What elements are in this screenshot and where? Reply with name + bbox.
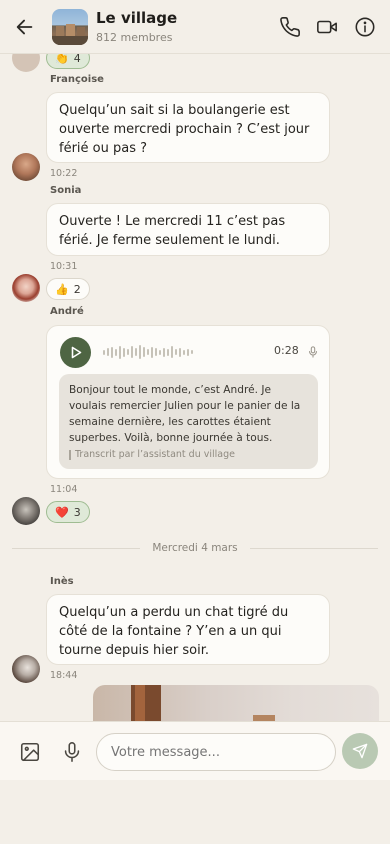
transcript-credit: Transcrit par l’assistant du village [69, 449, 235, 460]
message-bubble[interactable]: Ouverte ! Le mercredi 11 c’est pas férié… [46, 203, 330, 256]
send-button[interactable] [342, 733, 378, 769]
message-bubble[interactable]: Quelqu’un a perdu un chat tigré du côté … [46, 594, 330, 665]
reaction-chip[interactable]: ❤️ 3 [46, 501, 90, 523]
avatar[interactable] [12, 497, 40, 525]
heart-icon: ❤️ [55, 505, 69, 519]
reaction-count: 2 [73, 282, 81, 296]
clap-icon: 👏 [55, 54, 69, 65]
avatar[interactable] [12, 153, 40, 181]
message-composer [0, 721, 390, 780]
microphone-icon[interactable] [61, 741, 83, 763]
chat-header: Le village 812 membres [0, 0, 390, 54]
reaction-chip[interactable]: 👏 4 [46, 54, 90, 69]
message-time: 10:31 [50, 261, 78, 272]
transcript-text: Bonjour tout le monde, c’est André. Je v… [69, 384, 301, 444]
sender-name: Inès [50, 576, 74, 587]
group-title[interactable]: Le village [96, 9, 177, 27]
group-avatar[interactable] [52, 9, 88, 45]
message-list[interactable]: 👏 4 Françoise Quelqu’un sait si la boula… [0, 54, 390, 721]
play-icon [71, 346, 82, 359]
message-time: 18:44 [50, 670, 78, 681]
audio-waveform[interactable] [103, 344, 193, 360]
reaction-count: 3 [73, 505, 81, 519]
image-attach-icon[interactable] [19, 741, 41, 763]
message-time: 11:04 [50, 484, 78, 495]
sender-name: Sonia [50, 185, 82, 196]
message-input[interactable] [96, 733, 336, 771]
date-divider: Mercredi 4 mars [12, 542, 378, 554]
info-icon[interactable] [354, 16, 376, 38]
sender-name: Françoise [50, 74, 104, 85]
sender-name: André [50, 306, 84, 317]
voice-transcript: Bonjour tout le monde, c’est André. Je v… [59, 374, 318, 469]
transcript-bar-icon [69, 449, 71, 460]
video-call-icon[interactable] [316, 16, 338, 38]
send-icon [352, 743, 368, 759]
play-button[interactable] [60, 337, 91, 368]
avatar[interactable] [12, 54, 40, 72]
reaction-count: 4 [73, 54, 81, 65]
photo-message[interactable] [93, 685, 379, 721]
voice-message-bubble[interactable]: 0:28 Bonjour tout le monde, c’est André.… [46, 325, 330, 479]
message-bubble[interactable]: Quelqu’un sait si la boulangerie est ouv… [46, 92, 330, 163]
bottom-safe-area [0, 780, 390, 844]
voice-duration: 0:28 [274, 344, 299, 357]
phone-icon[interactable] [279, 16, 301, 38]
member-count: 812 membres [96, 31, 173, 44]
date-label: Mercredi 4 mars [152, 542, 238, 554]
thumbs-up-icon: 👍 [55, 282, 69, 296]
message-time: 10:22 [50, 168, 78, 179]
transcript-credit-text: Transcrit par l’assistant du village [75, 449, 235, 460]
avatar[interactable] [12, 274, 40, 302]
reaction-chip[interactable]: 👍 2 [46, 278, 90, 300]
back-arrow-icon[interactable] [14, 16, 36, 38]
microphone-icon [309, 346, 317, 358]
avatar[interactable] [12, 655, 40, 683]
